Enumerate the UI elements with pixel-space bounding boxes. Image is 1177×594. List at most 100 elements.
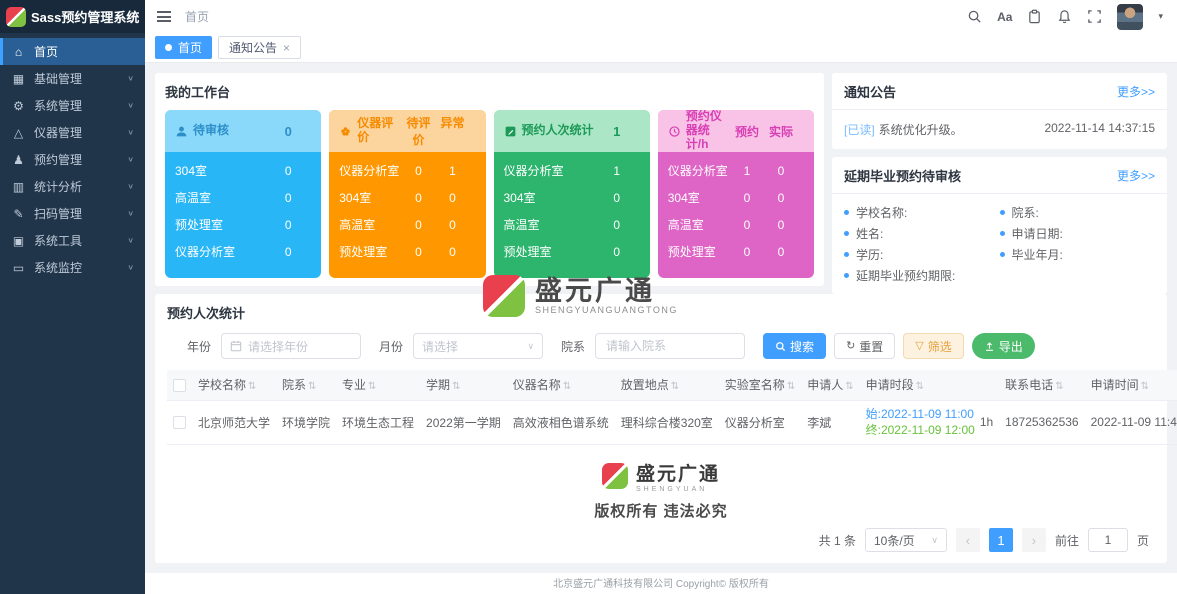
clipboard-icon[interactable] <box>1027 9 1042 24</box>
chevron-down-icon: ∨ <box>127 182 134 191</box>
bullet-icon <box>1000 210 1005 215</box>
workbench-title: 我的工作台 <box>165 82 814 101</box>
funnel-icon: ▽ <box>915 341 923 352</box>
filter-button[interactable]: ▽ 筛选 <box>903 333 963 359</box>
sort-icon: ⇅ <box>452 381 460 392</box>
sidebar-item-label: 统计分析 <box>34 178 127 195</box>
table-row[interactable]: 北京师范大学 环境学院 环境生态工程 2022第一学期 高效液相色谱系统 理科综… <box>167 400 1177 444</box>
sort-icon: ⇅ <box>787 381 795 392</box>
bullet-icon <box>844 252 849 257</box>
col-major[interactable]: 专业⇅ <box>336 370 420 400</box>
graduation-more-link[interactable]: 更多>> <box>1117 167 1155 184</box>
page-number-button[interactable]: 1 <box>989 528 1013 552</box>
chevron-down-icon: ∨ <box>127 209 134 218</box>
watermark-brand: 盛元广通 SHENGYUANGUANGTONG <box>483 275 678 317</box>
sidebar-item-stat-analysis[interactable]: ▥ 统计分析 ∨ <box>0 173 145 200</box>
notice-more-link[interactable]: 更多>> <box>1117 83 1155 100</box>
fullscreen-icon[interactable] <box>1087 9 1102 24</box>
sidebar-item-system-tools[interactable]: ▣ 系统工具 ∨ <box>0 227 145 254</box>
period-end: 终:2022-11-09 12:00 <box>866 422 975 438</box>
bullet-icon <box>844 231 849 236</box>
sort-icon: ⇅ <box>916 381 924 392</box>
card-stat-row: 高温室00 <box>339 211 475 238</box>
select-all-checkbox[interactable] <box>173 379 186 392</box>
next-page-button[interactable]: › <box>1022 528 1046 552</box>
monitor-icon: ▭ <box>11 261 26 275</box>
field-label: 申请日期: <box>1000 223 1156 244</box>
export-button[interactable]: 导出 <box>972 333 1035 359</box>
year-label: 年份 <box>187 338 211 355</box>
goto-page-input[interactable] <box>1088 528 1128 552</box>
card-stat-row: 高温室0 <box>504 211 640 238</box>
sort-icon: ⇅ <box>368 381 376 392</box>
app-logo: Sass预约管理系统 <box>0 0 145 33</box>
sidebar-item-scan-mgmt[interactable]: ✎ 扫码管理 ∨ <box>0 200 145 227</box>
year-picker[interactable]: 请选择年份 <box>221 333 361 359</box>
card-stat-row: 预处理室0 <box>175 211 311 238</box>
chevron-down-icon: ∨ <box>127 101 134 110</box>
cell-period: 始:2022-11-09 11:00 终:2022-11-09 12:00 1h <box>860 400 1000 444</box>
tab-home[interactable]: 首页 <box>155 36 212 59</box>
field-label: 院系: <box>1000 202 1156 223</box>
clock-icon <box>668 125 681 138</box>
col-lab[interactable]: 实验室名称⇅ <box>719 370 801 400</box>
col-school[interactable]: 学校名称⇅ <box>192 370 276 400</box>
home-icon: ⌂ <box>11 45 26 59</box>
toolbox-icon: ▣ <box>11 234 26 248</box>
topbar: 首页 Aa ▾ <box>145 0 1177 33</box>
close-icon[interactable]: × <box>283 41 290 55</box>
field-label: 毕业年月: <box>1000 244 1156 265</box>
cell-instrument: 高效液相色谱系统 <box>507 400 615 444</box>
brand-logo-icon <box>483 275 525 317</box>
reservation-table: 学校名称⇅ 院系⇅ 专业⇅ 学期⇅ 仪器名称⇅ 放置地点⇅ 实验室名称⇅ 申请人… <box>167 370 1177 445</box>
card-stat-row: 预处理室00 <box>339 238 475 265</box>
font-size-icon[interactable]: Aa <box>997 10 1012 24</box>
prev-page-button[interactable]: ‹ <box>956 528 980 552</box>
chevron-down-icon: ∨ <box>127 128 134 137</box>
search-icon[interactable] <box>967 9 982 24</box>
graduation-title: 延期毕业预约待审核 <box>844 166 961 185</box>
sidebar-item-instrument-mgmt[interactable]: △ 仪器管理 ∨ <box>0 119 145 146</box>
brand-subtitle: SHENGYUAN <box>636 486 720 493</box>
col-dept[interactable]: 院系⇅ <box>276 370 336 400</box>
tab-notice[interactable]: 通知公告 × <box>218 36 301 59</box>
user-avatar[interactable] <box>1117 4 1143 30</box>
col-location[interactable]: 放置地点⇅ <box>615 370 719 400</box>
card-stat-row: 304室00 <box>339 184 475 211</box>
row-checkbox[interactable] <box>173 416 186 429</box>
sidebar-collapse-icon[interactable] <box>157 11 171 22</box>
tab-label: 首页 <box>178 39 202 56</box>
notice-panel: 通知公告 更多>> [已读] 系统优化升级。 2022-11-14 14:37:… <box>832 73 1167 149</box>
month-select[interactable]: 请选择 ∨ <box>413 333 543 359</box>
sidebar-item-system-mgmt[interactable]: ⚙ 系统管理 ∨ <box>0 92 145 119</box>
card-col-label: 待评价 <box>402 114 436 148</box>
sidebar-item-label: 仪器管理 <box>34 124 127 141</box>
col-period[interactable]: 申请时段⇅ <box>860 370 1000 400</box>
sort-icon: ⇅ <box>248 381 256 392</box>
col-applicant[interactable]: 申请人⇅ <box>801 370 859 400</box>
cell-location: 理科综合楼320室 <box>615 400 719 444</box>
reset-button[interactable]: ↻ 重置 <box>834 333 895 359</box>
col-instrument[interactable]: 仪器名称⇅ <box>507 370 615 400</box>
bell-icon[interactable] <box>1057 9 1072 24</box>
sidebar-item-reservation-mgmt[interactable]: ♟ 预约管理 ∨ <box>0 146 145 173</box>
card-col-label: 异常 <box>436 114 470 148</box>
sort-icon: ⇅ <box>1055 381 1063 392</box>
sidebar-item-basic-mgmt[interactable]: ▦ 基础管理 ∨ <box>0 65 145 92</box>
chevron-down-icon: ∨ <box>127 155 134 164</box>
col-apply-time[interactable]: 申请时间⇅ <box>1085 370 1177 400</box>
sidebar-item-system-monitor[interactable]: ▭ 系统监控 ∨ <box>0 254 145 281</box>
pagination: 共 1 条 10条/页 ∨ ‹ 1 › 前往 页 <box>819 528 1149 552</box>
avatar-caret-icon[interactable]: ▾ <box>1158 11 1163 22</box>
sidebar-item-label: 扫码管理 <box>34 205 127 222</box>
sidebar-item-home[interactable]: ⌂ 首页 <box>0 38 145 65</box>
cell-phone: 18725362536 <box>999 400 1084 444</box>
search-button[interactable]: 搜索 <box>763 333 826 359</box>
cell-major: 环境生态工程 <box>336 400 420 444</box>
col-term[interactable]: 学期⇅ <box>420 370 507 400</box>
dept-input[interactable] <box>595 333 745 359</box>
notice-item[interactable]: [已读] 系统优化升级。 2022-11-14 14:37:15 <box>832 110 1167 149</box>
page-size-select[interactable]: 10条/页 ∨ <box>865 528 947 552</box>
col-phone[interactable]: 联系电话⇅ <box>999 370 1084 400</box>
sort-icon: ⇅ <box>845 381 853 392</box>
